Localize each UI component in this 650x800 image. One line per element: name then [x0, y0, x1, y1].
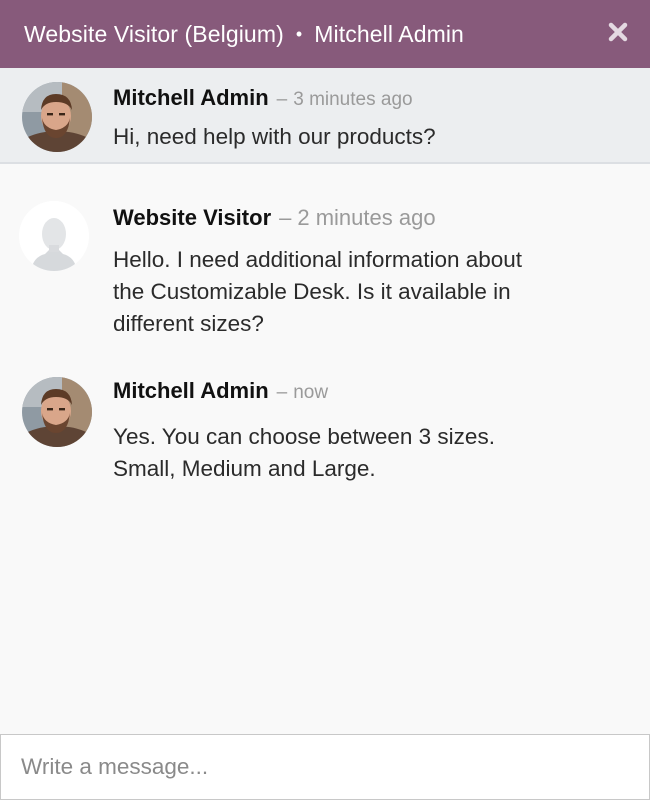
message-line: Small, Medium and Large.	[113, 456, 376, 481]
operator-avatar	[22, 82, 92, 152]
message-time: 2 minutes ago	[297, 205, 436, 230]
message-text: Hi, need help with our products?	[113, 124, 436, 149]
visitor-avatar	[19, 201, 89, 271]
message-dash: –	[276, 89, 288, 110]
message-header: Website Visitor –2 minutes ago	[113, 207, 610, 229]
message-author: Website Visitor	[113, 205, 272, 230]
composer	[0, 734, 650, 800]
message-body: Mitchell Admin – now Yes. You can choose b…	[113, 380, 610, 485]
chat-header: Website Visitor (Belgium) • Mitchell Admin	[0, 0, 650, 68]
message-header: Mitchell Admin – now	[113, 378, 610, 403]
message-author: Mitchell Admin	[113, 378, 269, 403]
visitor-name: Website Visitor (Belgium)	[24, 20, 284, 47]
livechat-window: Website Visitor (Belgium) • Mitchell Admin	[0, 0, 650, 800]
pinned-message: Mitchell Admin –3 minutes ago Hi, need he…	[0, 68, 650, 164]
pinned-message-body: Mitchell Admin –3 minutes ago Hi, need he…	[113, 87, 610, 153]
message-dash: –	[279, 205, 292, 230]
message-time: now	[293, 382, 329, 403]
message-line: the Customizable Desk. Is it available i…	[113, 279, 511, 304]
message-line: different sizes?	[113, 311, 264, 336]
operator-name: Mitchell Admin	[314, 20, 464, 47]
message-dash: –	[276, 382, 288, 403]
operator-avatar	[22, 377, 92, 447]
message-body: Website Visitor –2 minutes ago Hello. I n…	[113, 207, 610, 340]
close-icon	[606, 20, 630, 44]
message-text: Hello. I need additional information abo…	[113, 244, 610, 340]
message-line: Yes. You can choose between 3 sizes.	[113, 424, 495, 449]
title-separator: •	[295, 23, 303, 44]
message-text: Yes. You can choose between 3 sizes. Sma…	[113, 421, 610, 485]
message-author: Mitchell Admin	[113, 85, 269, 110]
message-header: Mitchell Admin –3 minutes ago	[113, 85, 610, 110]
message-input[interactable]	[1, 735, 649, 799]
message-line: Hello. I need additional information abo…	[113, 247, 523, 272]
message-time: 3 minutes ago	[293, 89, 413, 110]
close-button[interactable]	[606, 20, 630, 44]
chat-title: Website Visitor (Belgium) • Mitchell Admin	[24, 20, 464, 47]
